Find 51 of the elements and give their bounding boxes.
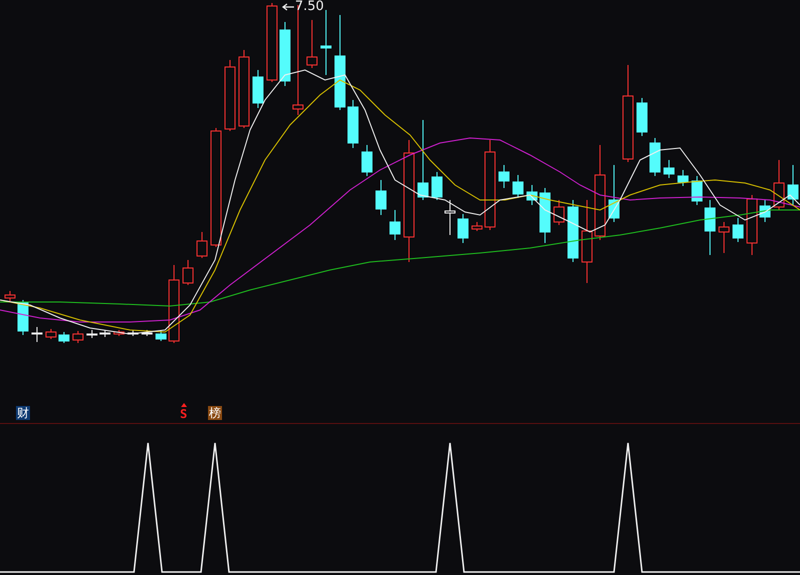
- candlestick: [554, 200, 564, 226]
- candlestick: [224, 60, 236, 132]
- candlestick: [100, 330, 110, 338]
- candlestick: [788, 164, 798, 206]
- candlestick: [114, 330, 124, 336]
- arrow-icon: [282, 2, 294, 10]
- candlestick: [732, 218, 744, 242]
- candlestick: [664, 160, 674, 178]
- candlestick: [390, 210, 400, 240]
- candlestick: [58, 332, 70, 344]
- candlestick: [746, 194, 758, 256]
- candlestick: [568, 200, 578, 262]
- candlestick: [636, 98, 648, 136]
- candlestick: [760, 200, 770, 222]
- candlestick: [540, 188, 550, 244]
- caret-icon: [180, 403, 187, 407]
- candlestick: [280, 22, 290, 86]
- candlestick: [86, 330, 98, 338]
- candlestick: [156, 330, 166, 342]
- candlestick: [472, 222, 482, 232]
- candlestick: [32, 326, 42, 342]
- candlestick: [348, 100, 358, 148]
- candlestick: [774, 160, 784, 210]
- candlestick: [362, 144, 372, 176]
- candlestick: [4, 290, 16, 302]
- candlestick: [306, 20, 318, 68]
- candlestick: [526, 184, 538, 206]
- ranking-badge: 榜: [208, 406, 222, 420]
- candlestick: [72, 330, 84, 344]
- candlestick: [376, 180, 386, 216]
- candlestick: [46, 328, 56, 340]
- candlestick: [692, 176, 702, 206]
- finance-badge: 财: [16, 406, 30, 420]
- candlestick: [252, 70, 264, 108]
- candlestick: [458, 214, 468, 244]
- candlestick: [444, 200, 456, 236]
- signal-marker: S: [180, 407, 188, 421]
- candlestick: [320, 10, 332, 76]
- candlestick: [650, 138, 660, 176]
- candlestick: [498, 164, 510, 188]
- candlestick: [432, 172, 442, 200]
- candlestick: [704, 200, 716, 256]
- candlestick: [512, 174, 524, 198]
- candlestick: [678, 170, 688, 186]
- high-price-label: 7.50: [295, 0, 324, 14]
- candlestick: [196, 232, 208, 258]
- candlestick: [608, 164, 620, 222]
- candlestick: [142, 330, 152, 336]
- candlestick: [718, 222, 730, 254]
- candlestick: [182, 260, 194, 286]
- candlestick: [128, 330, 138, 336]
